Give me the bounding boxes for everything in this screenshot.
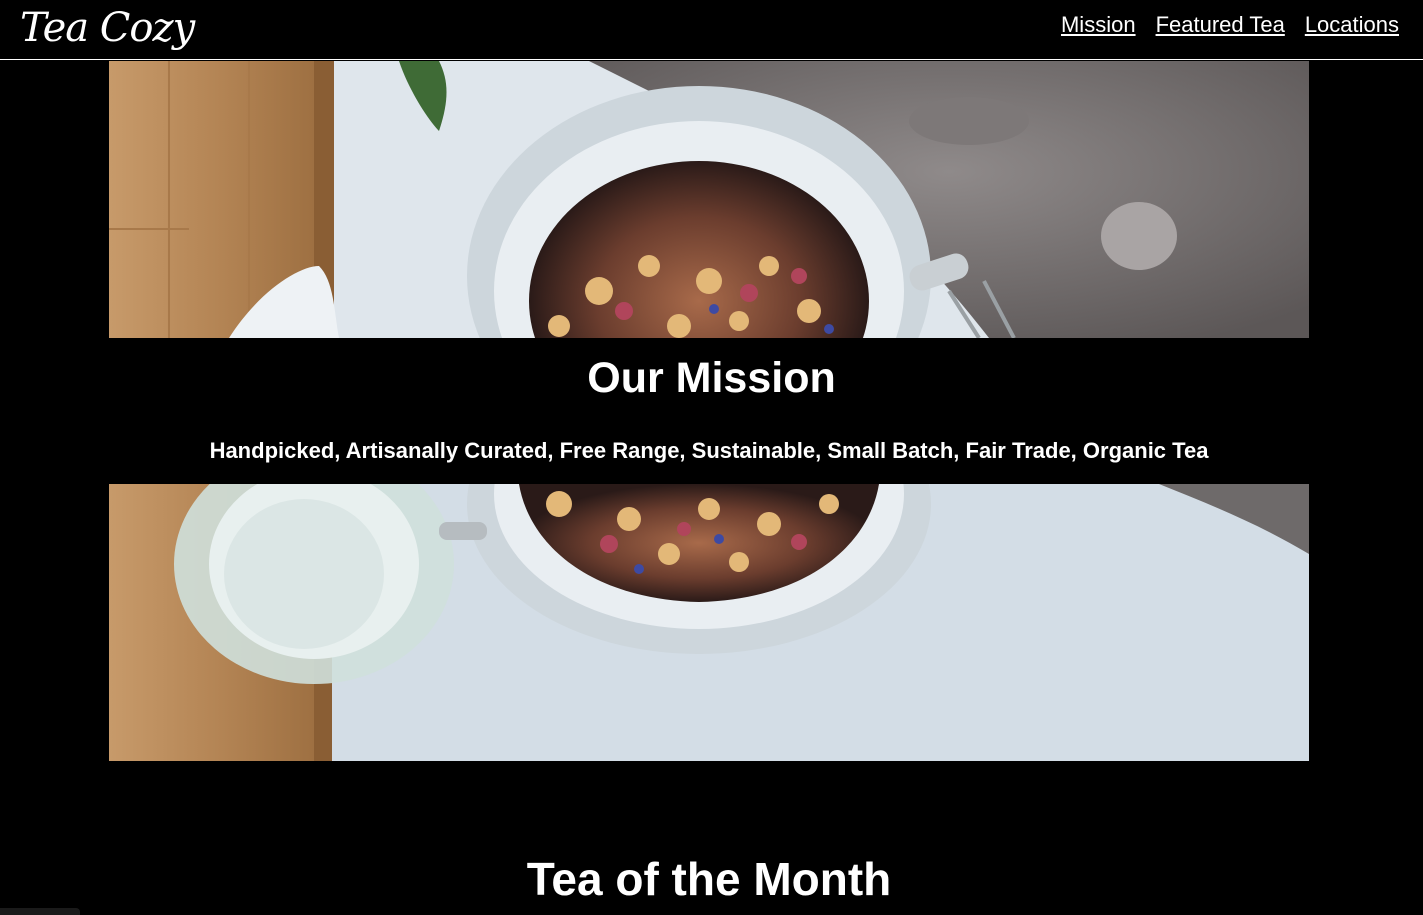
mission-title: Our Mission	[587, 354, 836, 402]
nav-link-locations[interactable]: Locations	[1305, 12, 1399, 38]
nav-link-featured-tea[interactable]: Featured Tea	[1156, 12, 1285, 38]
mission-text: Handpicked, Artisanally Curated, Free Ra…	[209, 438, 1209, 463]
site-header: Tea Cozy Mission Featured Tea Locations	[0, 0, 1423, 60]
tea-of-the-month-title: Tea of the Month	[526, 853, 892, 905]
nav-link-mission[interactable]: Mission	[1061, 12, 1136, 38]
site-logo[interactable]: Tea Cozy	[20, 0, 195, 56]
status-tooltip	[0, 908, 80, 915]
main-nav: Mission Featured Tea Locations	[1061, 12, 1399, 38]
tea-jar-photo-bottom	[109, 484, 1309, 761]
tea-jar-photo-top	[109, 61, 1309, 338]
